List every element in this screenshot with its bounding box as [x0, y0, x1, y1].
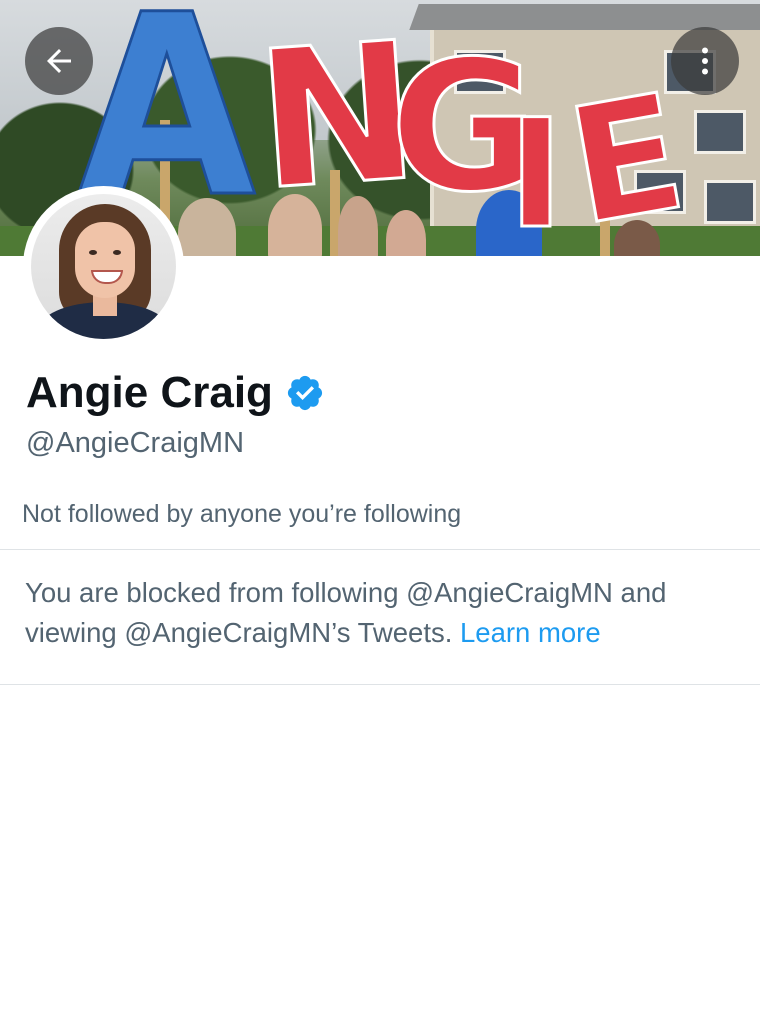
more-options-button[interactable]: [671, 27, 739, 95]
avatar-eye: [89, 250, 97, 255]
profile-name-row: Angie Craig: [26, 368, 325, 418]
back-button[interactable]: [25, 27, 93, 95]
banner-sign-letter: I: [507, 88, 566, 256]
banner-window: [694, 110, 746, 154]
divider: [0, 684, 760, 685]
back-arrow-icon: [47, 49, 71, 73]
profile-page: A N G I E Angie Craig @AngieCraigMN Not …: [0, 0, 760, 1034]
avatar-face: [75, 222, 135, 298]
avatar-eye: [113, 250, 121, 255]
profile-handle: @AngieCraigMN: [26, 427, 245, 459]
blocked-message: You are blocked from following @AngieCra…: [25, 573, 740, 653]
display-name: Angie Craig: [26, 368, 273, 417]
verified-badge-icon[interactable]: [285, 373, 325, 413]
profile-avatar[interactable]: [23, 186, 184, 347]
avatar-photo: [31, 194, 176, 339]
learn-more-link[interactable]: Learn more: [460, 617, 601, 648]
followers-you-know-note: Not followed by anyone you’re following: [22, 500, 462, 528]
divider: [0, 549, 760, 550]
more-vertical-icon: [702, 47, 708, 75]
